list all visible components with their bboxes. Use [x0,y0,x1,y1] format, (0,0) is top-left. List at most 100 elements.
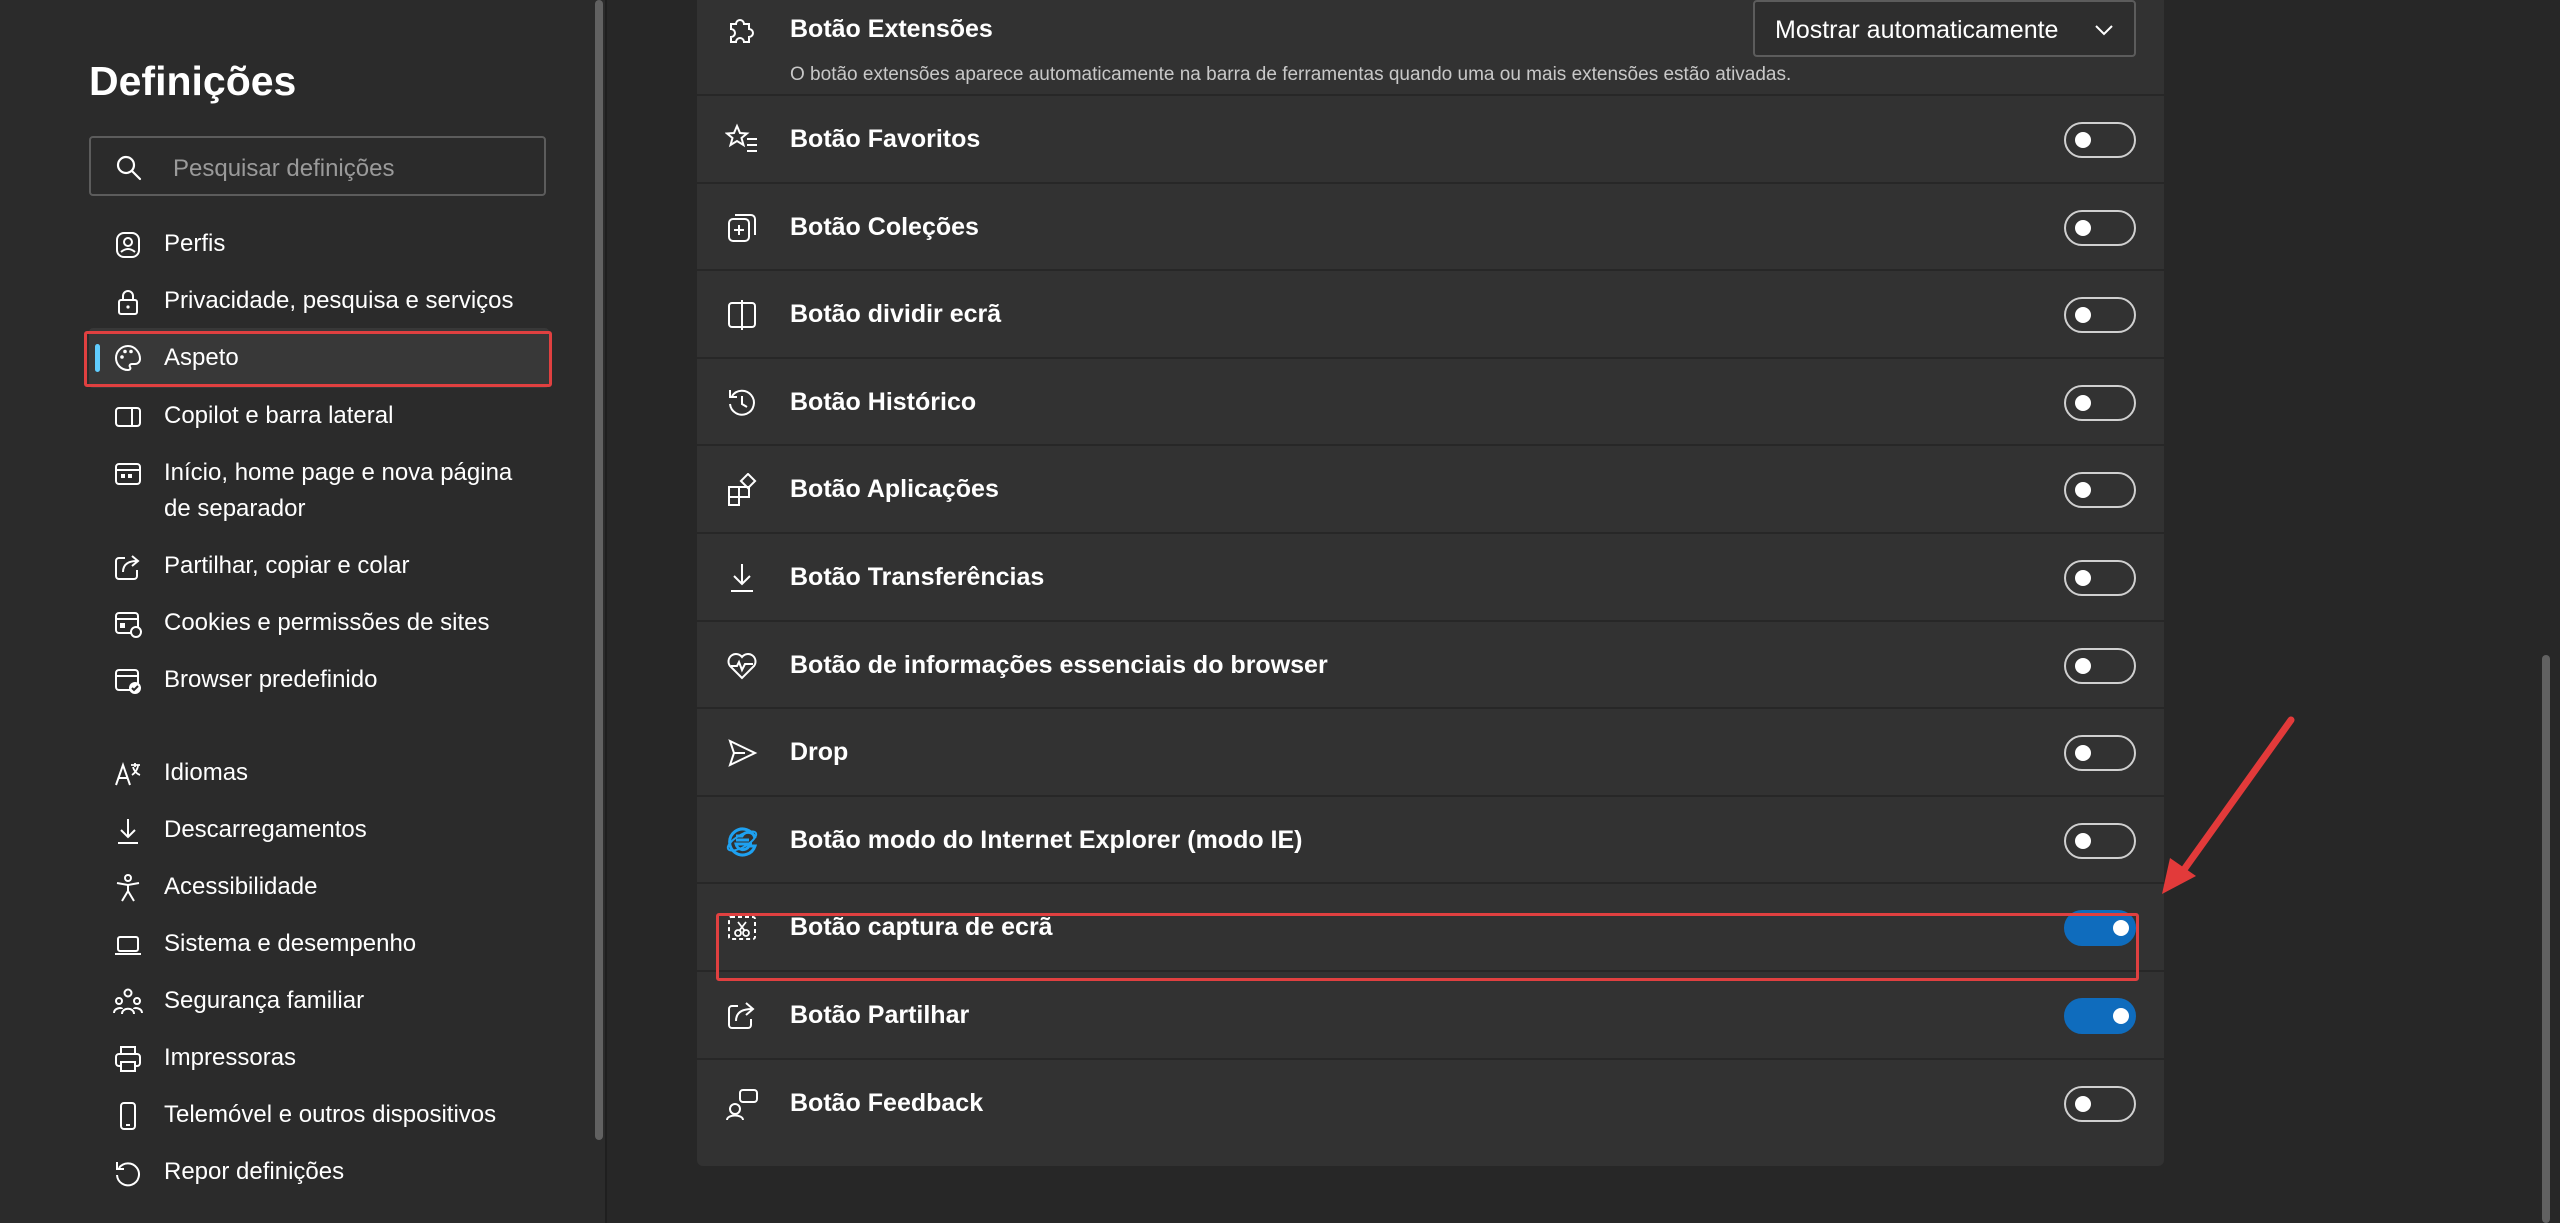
sidebar-divider [605,0,607,1223]
toggle-switch[interactable] [2064,122,2136,158]
setting-row: Botão Partilhar [697,972,2164,1060]
languages-icon [113,759,143,789]
toggle-knob [2075,482,2091,498]
sidebar-scrollbar[interactable] [593,0,605,1223]
sidebar-item-copilot[interactable]: Copilot e barra lateral [89,398,549,434]
sidebar-item-label: Privacidade, pesquisa e serviços [164,287,514,314]
split-screen-icon [725,298,759,332]
home-page-icon [113,459,143,489]
setting-label: Botão Extensões [790,15,993,43]
toggle-knob [2075,132,2091,148]
setting-label: Botão Aplicações [790,475,999,503]
toggle-knob [2113,1008,2129,1024]
sidebar-item-privacidade[interactable]: Privacidade, pesquisa e serviços [89,283,549,319]
sidebar-item-cookies[interactable]: Cookies e permissões de sites [89,605,549,641]
apps-icon [725,473,759,507]
toggle-switch[interactable] [2064,210,2136,246]
toggle-switch[interactable] [2064,472,2136,508]
sidebar-item-label: Copilot e barra lateral [164,402,394,429]
toggle-knob [2075,833,2091,849]
sidebar-scrollbar-thumb[interactable] [595,0,603,1140]
setting-label: Botão Coleções [790,213,979,241]
sidebar-item-browser-predefinido[interactable]: Browser predefinido [89,662,549,698]
setting-label: Botão Feedback [790,1089,984,1117]
puzzle-icon [725,12,759,46]
highlight-box-screenshot-row [716,913,2139,981]
share-icon [725,999,759,1033]
sidebar-item-label: Sistema e desempenho [164,930,417,957]
accessibility-icon [113,873,143,903]
share-icon [113,552,143,582]
setting-row: Botão Aplicações [697,446,2164,534]
sidebar-item-label: Perfis [164,230,226,257]
setting-row-extensions: Botão Extensões O botão extensões aparec… [697,0,2164,96]
chevron-down-icon [2092,18,2116,42]
sidebar-item-label: Partilhar, copiar e colar [164,552,410,579]
setting-row: Botão Feedback [697,1060,2164,1147]
default-browser-icon [113,666,143,696]
setting-label: Botão Transferências [790,563,1045,591]
setting-row: Botão dividir ecrã [697,271,2164,359]
family-icon [113,987,143,1017]
setting-label: Drop [790,738,849,766]
sidebar-item-seguranca-familiar[interactable]: Segurança familiar [89,983,549,1019]
main-scrollbar-thumb[interactable] [2542,655,2550,1223]
setting-label: Botão Partilhar [790,1001,970,1029]
search-placeholder: Pesquisar definições [173,155,395,182]
feedback-icon [725,1087,759,1121]
toggle-switch[interactable] [2064,560,2136,596]
collections-icon [725,211,759,245]
sidebar-item-idiomas[interactable]: Idiomas [89,755,549,791]
toggle-switch[interactable] [2064,998,2136,1034]
laptop-icon [113,930,143,960]
sidebar-item-impressoras[interactable]: Impressoras [89,1040,549,1076]
sidebar-item-inicio[interactable]: Início, home page e nova página de separ… [89,455,549,527]
phone-icon [113,1101,143,1131]
toggle-knob [2075,307,2091,323]
main-scrollbar[interactable] [2532,0,2560,1223]
toggle-switch[interactable] [2064,385,2136,421]
heart-pulse-icon [725,649,759,683]
page-title: Definições [89,58,297,104]
profile-icon [113,230,143,260]
toggle-knob [2075,1096,2091,1112]
sidebar-item-sistema[interactable]: Sistema e desempenho [89,926,549,962]
cookies-icon [113,609,143,639]
sidebar-item-label: Início, home page e nova página de separ… [164,459,513,522]
download-icon [113,816,143,846]
extensions-visibility-dropdown[interactable]: Mostrar automaticamente [1753,0,2136,57]
toggle-switch[interactable] [2064,823,2136,859]
sidebar-item-label: Acessibilidade [164,873,318,900]
highlight-box-aspeto [84,331,552,387]
internet-explorer-icon [725,824,759,858]
setting-label: Botão de informações essenciais do brows… [790,651,1328,679]
printer-icon [113,1044,143,1074]
toggle-switch[interactable] [2064,648,2136,684]
toggle-knob [2075,220,2091,236]
settings-sidebar: Definições Pesquisar definições Perfis P… [0,0,593,1223]
history-icon [725,386,759,420]
setting-description: O botão extensões aparece automaticament… [790,64,1792,85]
toggle-knob [2075,658,2091,674]
toggle-switch[interactable] [2064,297,2136,333]
toggle-switch[interactable] [2064,1086,2136,1122]
setting-label: Botão Histórico [790,388,977,416]
sidebar-item-label: Idiomas [164,759,249,786]
sidebar-item-partilhar[interactable]: Partilhar, copiar e colar [89,548,549,584]
send-icon [725,736,759,770]
download-icon [725,561,759,595]
sidebar-item-acessibilidade[interactable]: Acessibilidade [89,869,549,905]
sidebar-item-descarregamentos[interactable]: Descarregamentos [89,812,549,848]
sidebar-item-perfis[interactable]: Perfis [89,226,549,262]
toggle-switch[interactable] [2064,735,2136,771]
sidebar-item-telemovel[interactable]: Telemóvel e outros dispositivos [89,1097,549,1133]
setting-row: Botão Transferências [697,534,2164,622]
setting-row: Botão Coleções [697,184,2164,271]
setting-row: Drop [697,709,2164,797]
sidebar-item-repor[interactable]: Repor definições [89,1154,549,1190]
setting-row: Botão modo do Internet Explorer (modo IE… [697,797,2164,884]
sidebar-item-label: Descarregamentos [164,816,367,843]
search-input[interactable]: Pesquisar definições [89,136,546,196]
dropdown-value: Mostrar automaticamente [1775,16,2059,44]
sidebar-item-label: Telemóvel e outros dispositivos [164,1101,497,1128]
